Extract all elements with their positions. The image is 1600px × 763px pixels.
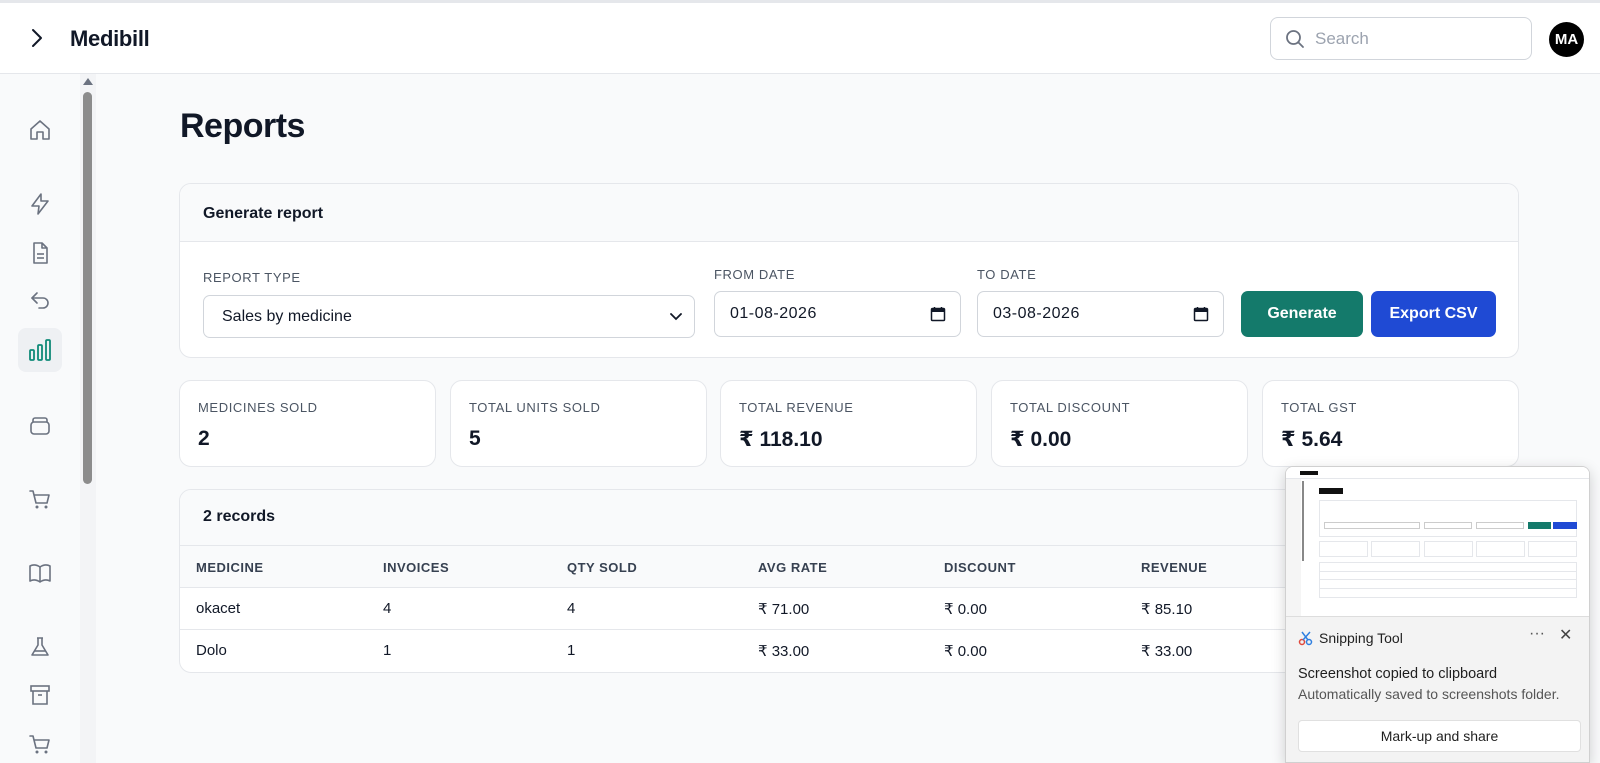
cell-medicine: Dolo (196, 642, 227, 659)
generate-button[interactable]: Generate (1241, 291, 1363, 337)
cell-invoices: 4 (383, 600, 392, 617)
close-button[interactable]: ✕ (1559, 625, 1572, 645)
brand-title: Medibill (70, 26, 150, 51)
notification-message: Screenshot copied to clipboard (1298, 666, 1498, 682)
stat-label: TOTAL REVENUE (739, 400, 854, 415)
column-header-avg-rate[interactable]: AVG RATE (758, 560, 827, 575)
to-date-label: TO DATE (977, 267, 1037, 282)
cell-revenue: ₹ 85.10 (1141, 601, 1193, 618)
stat-label: MEDICINES SOLD (198, 400, 318, 415)
sidebar-item-reports[interactable] (18, 328, 62, 372)
screenshot-thumbnail[interactable] (1286, 467, 1589, 617)
snipping-tool-notification[interactable]: Snipping Tool ··· ✕ Screenshot copied to… (1285, 466, 1590, 763)
from-date-label: FROM DATE (714, 267, 795, 282)
page-title: Reports (180, 107, 305, 145)
stat-label: TOTAL DISCOUNT (1010, 400, 1131, 415)
sidebar-item-home[interactable] (18, 108, 62, 152)
sidebar (0, 74, 80, 763)
stat-value: 2 (198, 427, 210, 450)
stat-value: ₹ 5.64 (1281, 428, 1343, 451)
notification-sub-message: Automatically saved to screenshots folde… (1298, 686, 1560, 702)
snipping-tool-logo-icon (1298, 631, 1313, 646)
scrollbar-thumb[interactable] (83, 92, 92, 484)
generate-report-card: Generate report REPORT TYPE Sales by med… (179, 183, 1519, 358)
sidebar-item-quick-bill[interactable] (18, 182, 62, 226)
more-options-button[interactable]: ··· (1529, 625, 1545, 643)
cell-discount: ₹ 0.00 (944, 601, 987, 618)
layers-icon (30, 417, 50, 435)
stat-label: TOTAL GST (1281, 400, 1357, 415)
search-box[interactable] (1270, 17, 1532, 60)
bar-chart-icon (29, 339, 51, 361)
column-header-qty-sold[interactable]: QTY SOLD (567, 560, 637, 575)
cell-avg-rate: ₹ 33.00 (758, 643, 810, 660)
lightning-icon (31, 193, 49, 215)
stat-card-medicines-sold: MEDICINES SOLD 2 (179, 380, 436, 467)
snipping-tool-app-name: Snipping Tool (1319, 630, 1403, 646)
top-bar: Medibill MA (0, 0, 1600, 74)
report-type-value: Sales by medicine (222, 307, 352, 325)
calendar-icon[interactable] (1193, 306, 1209, 322)
column-header-revenue[interactable]: REVENUE (1141, 560, 1207, 575)
column-header-invoices[interactable]: INVOICES (383, 560, 449, 575)
app-window: Medibill MA (0, 0, 1600, 763)
cell-discount: ₹ 0.00 (944, 643, 987, 660)
home-icon (30, 120, 50, 140)
cell-invoices: 1 (383, 642, 392, 659)
column-header-discount[interactable]: DISCOUNT (944, 560, 1016, 575)
search-icon (1286, 29, 1304, 48)
report-type-select[interactable]: Sales by medicine (203, 295, 695, 338)
sidebar-item-orders[interactable] (18, 722, 62, 763)
cell-medicine: okacet (196, 600, 241, 617)
document-icon (33, 242, 48, 264)
book-icon (29, 564, 51, 583)
chevron-right-icon (32, 29, 42, 47)
return-arrow-icon (31, 292, 49, 309)
cell-qty-sold: 4 (567, 600, 576, 617)
column-header-medicine[interactable]: MEDICINE (196, 560, 264, 575)
to-date-input[interactable]: 03-08-2026 (977, 291, 1224, 337)
cart-icon (29, 490, 50, 509)
report-type-label: REPORT TYPE (203, 270, 301, 285)
sidebar-item-lab[interactable] (18, 625, 62, 669)
sidebar-toggle-button[interactable] (24, 25, 50, 51)
export-csv-button[interactable]: Export CSV (1371, 291, 1496, 337)
sidebar-item-inventory[interactable] (18, 403, 62, 447)
generate-report-heading: Generate report (180, 184, 1518, 242)
cart-icon (29, 735, 50, 754)
avatar[interactable]: MA (1549, 22, 1584, 57)
flask-icon (31, 637, 49, 656)
archive-icon (30, 685, 50, 705)
markup-and-share-button[interactable]: Mark-up and share (1298, 720, 1581, 752)
stat-card-total-discount: TOTAL DISCOUNT ₹ 0.00 (991, 380, 1248, 467)
search-input[interactable] (1315, 28, 1515, 49)
calendar-icon[interactable] (930, 306, 946, 322)
cell-avg-rate: ₹ 71.00 (758, 601, 810, 618)
sidebar-item-returns[interactable] (18, 279, 62, 323)
sidebar-item-invoices[interactable] (18, 231, 62, 275)
chevron-down-icon (670, 312, 682, 320)
stat-label: TOTAL UNITS SOLD (469, 400, 601, 415)
sidebar-item-catalog[interactable] (18, 551, 62, 595)
scroll-up-arrow-icon[interactable] (83, 78, 93, 85)
sidebar-item-archive[interactable] (18, 673, 62, 717)
cell-qty-sold: 1 (567, 642, 576, 659)
sidebar-scrollbar[interactable] (80, 74, 96, 763)
sidebar-item-purchases[interactable] (18, 477, 62, 521)
stat-card-total-gst: TOTAL GST ₹ 5.64 (1262, 380, 1519, 467)
from-date-value: 01-08-2026 (730, 305, 817, 322)
stat-card-total-units-sold: TOTAL UNITS SOLD 5 (450, 380, 707, 467)
stat-value: ₹ 118.10 (739, 428, 823, 451)
stat-value: ₹ 0.00 (1010, 428, 1072, 451)
cell-revenue: ₹ 33.00 (1141, 643, 1193, 660)
to-date-value: 03-08-2026 (993, 305, 1080, 322)
stat-card-total-revenue: TOTAL REVENUE ₹ 118.10 (720, 380, 977, 467)
from-date-input[interactable]: 01-08-2026 (714, 291, 961, 337)
stat-value: 5 (469, 427, 481, 450)
